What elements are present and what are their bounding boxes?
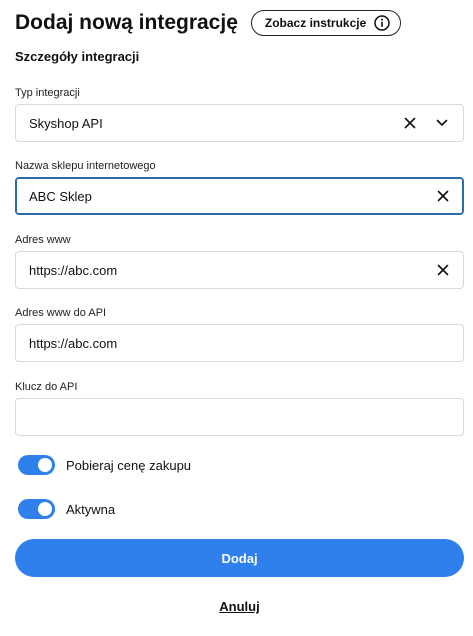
view-instructions-button[interactable]: Zobacz instrukcje <box>250 10 402 36</box>
shop-name-value[interactable]: ABC Sklep <box>16 189 436 204</box>
integration-type-value: Skyshop API <box>29 115 103 131</box>
api-key-input[interactable] <box>16 398 463 436</box>
api-key-field[interactable] <box>15 398 464 436</box>
close-icon[interactable] <box>436 263 450 277</box>
page-header: Dodaj nową integrację Zobacz instrukcje <box>15 8 402 38</box>
info-icon <box>374 15 391 31</box>
api-address-value[interactable]: https://abc.com <box>16 336 463 351</box>
shop-name-label: Nazwa sklepu internetowego <box>15 160 156 172</box>
active-toggle[interactable] <box>18 499 55 519</box>
close-icon[interactable] <box>403 116 417 130</box>
chevron-down-icon[interactable] <box>435 116 449 130</box>
integration-type-select[interactable]: Skyshop API <box>15 104 464 142</box>
www-address-value[interactable]: https://abc.com <box>16 263 436 278</box>
view-instructions-label: Zobacz instrukcje <box>264 16 367 30</box>
toggle-knob <box>38 458 52 472</box>
api-address-field[interactable]: https://abc.com <box>15 324 464 362</box>
section-title: Szczegóły integracji <box>15 49 140 64</box>
close-icon[interactable] <box>436 189 450 203</box>
add-button[interactable]: Dodaj <box>15 539 464 577</box>
cancel-link[interactable]: Anuluj <box>0 599 473 614</box>
shop-name-field[interactable]: ABC Sklep <box>15 177 464 215</box>
toggle-knob <box>38 502 52 516</box>
active-row: Aktywna <box>18 499 115 519</box>
www-address-label: Adres www <box>15 234 71 246</box>
purchase-price-label: Pobieraj cenę zakupu <box>66 457 192 473</box>
purchase-price-toggle[interactable] <box>18 455 55 475</box>
integration-type-label: Typ integracji <box>15 87 80 99</box>
api-key-label: Klucz do API <box>15 381 78 393</box>
page-title: Dodaj nową integrację <box>15 11 238 34</box>
www-address-field[interactable]: https://abc.com <box>15 251 464 289</box>
api-address-label: Adres www do API <box>15 307 107 319</box>
active-label: Aktywna <box>66 501 116 517</box>
purchase-price-row: Pobieraj cenę zakupu <box>18 455 191 475</box>
